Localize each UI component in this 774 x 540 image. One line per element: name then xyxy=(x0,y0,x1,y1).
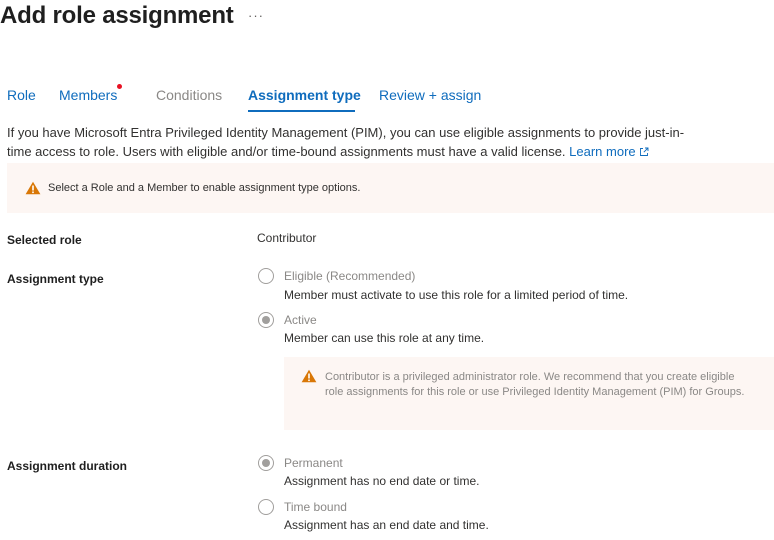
permanent-option-description: Assignment has no end date or time. xyxy=(284,474,480,488)
members-required-indicator xyxy=(117,84,122,89)
warning-triangle-icon xyxy=(25,181,41,195)
tab-conditions[interactable]: Conditions xyxy=(156,87,222,103)
more-options-button[interactable]: ··· xyxy=(248,8,264,23)
assignment-duration-label: Assignment duration xyxy=(7,459,128,473)
tab-assignment-type[interactable]: Assignment type xyxy=(248,87,361,103)
active-option-description: Member can use this role at any time. xyxy=(284,331,485,345)
radio-time-bound[interactable] xyxy=(258,499,274,515)
intro-paragraph: If you have Microsoft Entra Privileged I… xyxy=(7,123,707,161)
active-tab-underline xyxy=(248,110,355,112)
selected-role-value: Contributor xyxy=(257,231,317,245)
page-title: Add role assignment xyxy=(0,2,234,29)
eligible-option-description: Member must activate to use this role fo… xyxy=(284,288,629,302)
time-bound-option-description: Assignment has an end date and time. xyxy=(284,518,489,532)
learn-more-link[interactable]: Learn more xyxy=(569,144,649,159)
warning-banner-text: Select a Role and a Member to enable ass… xyxy=(48,182,361,194)
assignment-type-label: Assignment type xyxy=(7,272,104,286)
selected-role-label: Selected role xyxy=(7,233,82,247)
external-link-icon xyxy=(639,147,649,156)
tab-review-assign[interactable]: Review + assign xyxy=(379,87,481,103)
permanent-option-label: Permanent xyxy=(284,456,343,470)
eligible-option-label: Eligible (Recommended) xyxy=(284,269,416,283)
active-option-label: Active xyxy=(284,313,317,327)
tab-members[interactable]: Members xyxy=(59,87,117,103)
radio-permanent[interactable] xyxy=(258,455,274,471)
time-bound-option-label: Time bound xyxy=(284,500,347,514)
radio-active[interactable] xyxy=(258,312,274,328)
tab-role[interactable]: Role xyxy=(7,87,36,103)
radio-eligible[interactable] xyxy=(258,268,274,284)
privileged-role-warning-text: Contributor is a privileged administrato… xyxy=(325,371,745,398)
warning-triangle-icon xyxy=(301,369,317,383)
